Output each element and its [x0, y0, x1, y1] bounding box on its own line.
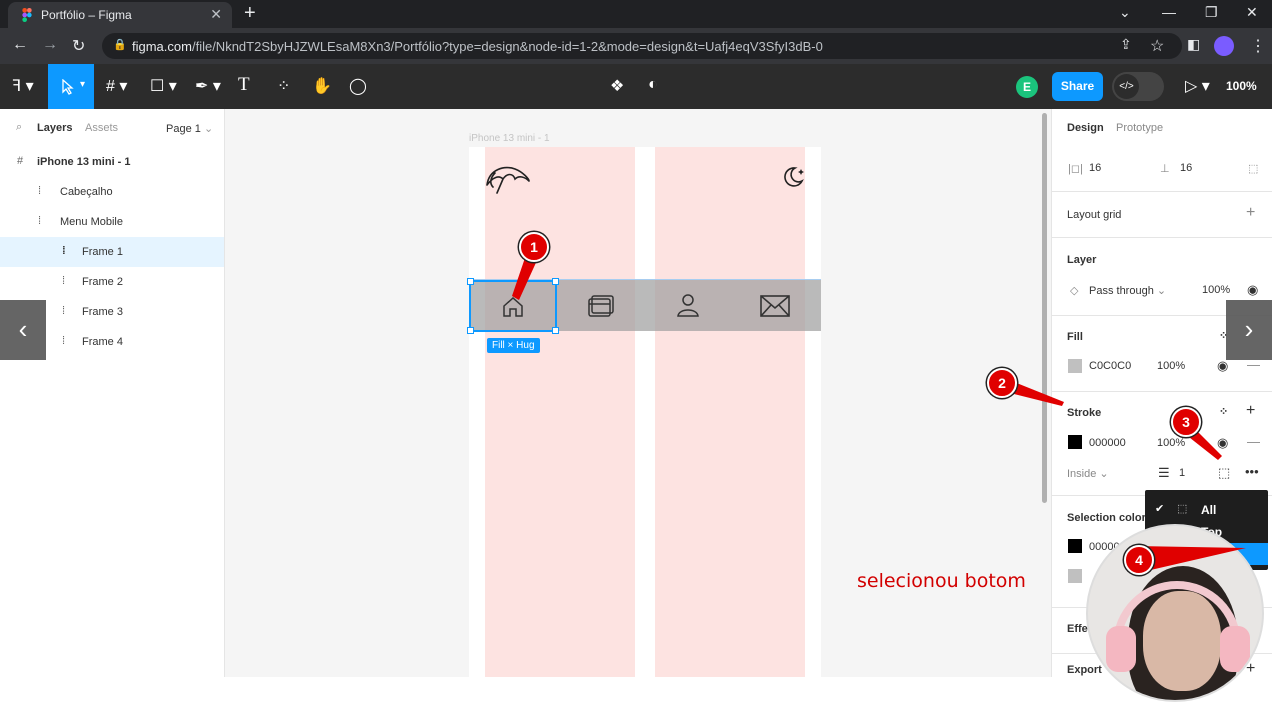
next-slide-icon[interactable]: ›: [1226, 300, 1272, 360]
step-marker-3: 3: [1171, 407, 1201, 437]
annotation-arrows: [512, 252, 1246, 572]
previous-slide-icon[interactable]: ‹: [0, 300, 46, 360]
step-marker-4: 4: [1124, 545, 1154, 575]
step-marker-1: 1: [519, 232, 549, 262]
step-marker-2: 2: [987, 368, 1017, 398]
